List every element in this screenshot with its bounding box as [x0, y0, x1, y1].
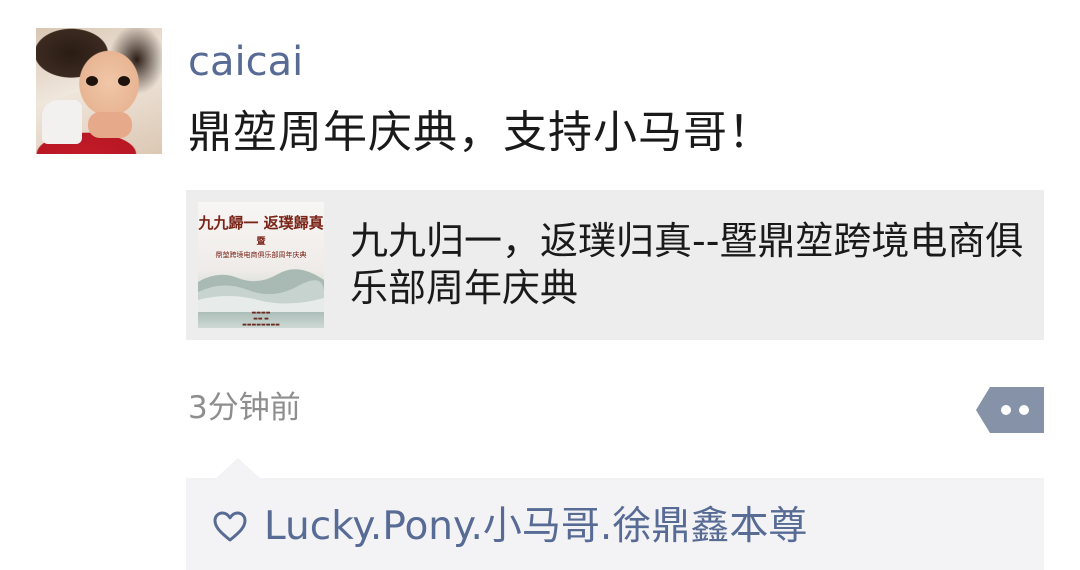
- avatar-eye-right: [118, 76, 130, 86]
- shared-link-card[interactable]: 九九歸一 返璞歸真 暨 鼎堃跨境电商俱乐部周年庆典 ▬▬▬▬ ▬▬ ▬ ▬▬▬▬▬▬…: [186, 190, 1044, 340]
- heart-outline-icon: [213, 511, 247, 542]
- post-text: 鼎堃周年庆典，支持小马哥！: [188, 107, 773, 158]
- comment-box-pointer: [216, 458, 260, 478]
- avatar-scarf: [42, 100, 82, 144]
- link-title: 九九归一，返璞归真--暨鼎堃跨境电商俱乐部周年庆典: [350, 219, 1024, 310]
- thumbnail-heading: 九九歸一 返璞歸真: [198, 214, 324, 232]
- thumbnail-footer: ▬▬▬▬ ▬▬ ▬ ▬▬▬▬▬▬▬▬: [242, 310, 280, 328]
- post-username[interactable]: caicai: [188, 36, 303, 88]
- more-options-button[interactable]: [976, 387, 1044, 433]
- link-thumbnail: 九九歸一 返璞歸真 暨 鼎堃跨境电商俱乐部周年庆典 ▬▬▬▬ ▬▬ ▬ ▬▬▬▬▬▬…: [198, 202, 324, 328]
- thumbnail-mountains: [198, 269, 324, 312]
- avatar-hand: [88, 112, 132, 138]
- avatar[interactable]: [36, 28, 162, 154]
- post-timestamp: 3分钟前: [188, 390, 301, 426]
- thumbnail-subheading: 鼎堃跨境电商俱乐部周年庆典: [215, 251, 307, 259]
- ellipsis-icon: [976, 387, 1044, 433]
- like-names[interactable]: Lucky.Pony.小马哥.徐鼎鑫本尊: [264, 502, 807, 552]
- thumbnail-connector: 暨: [256, 237, 266, 247]
- avatar-eye-left: [86, 76, 98, 86]
- likes-row: Lucky.Pony.小马哥.徐鼎鑫本尊: [212, 502, 807, 552]
